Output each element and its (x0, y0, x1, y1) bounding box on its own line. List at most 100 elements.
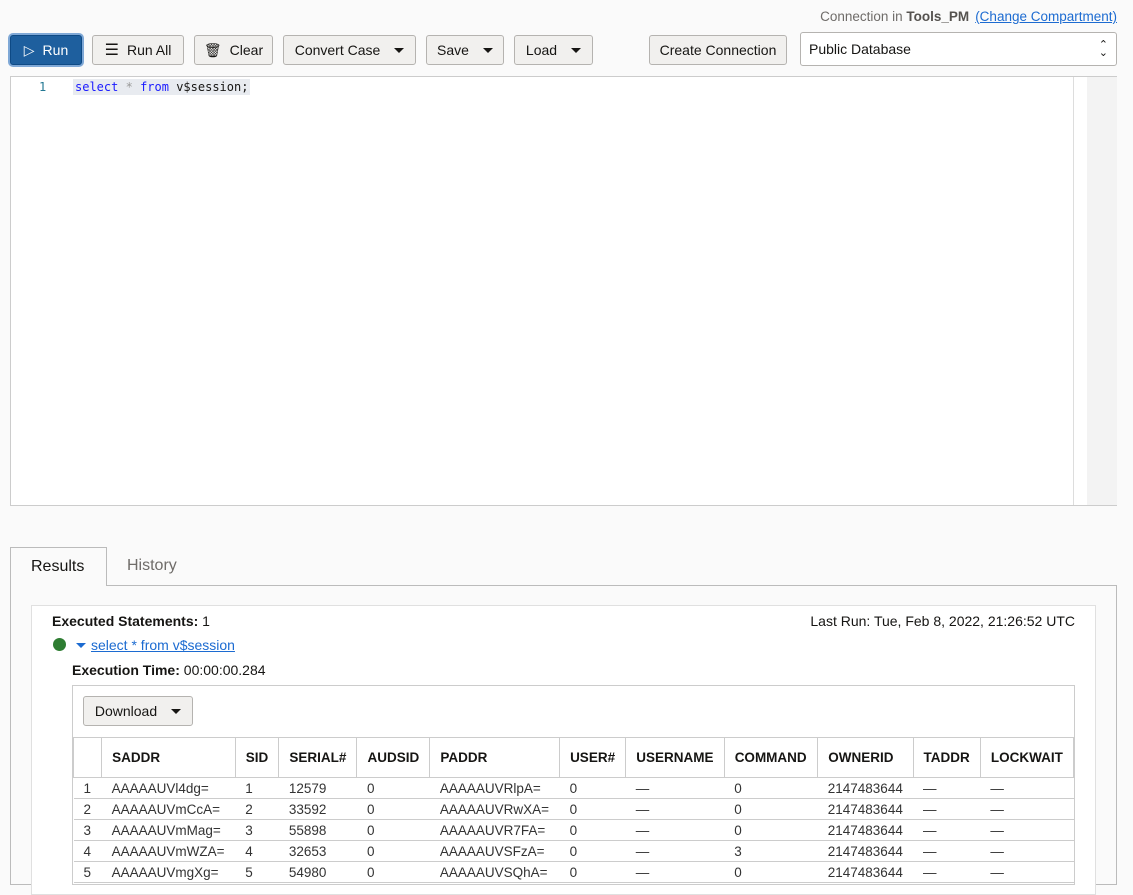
column-header[interactable]: USER# (559, 737, 627, 778)
table-cell: — (980, 861, 1074, 883)
table-cell: 32653 (278, 840, 357, 862)
table-cell: 0 (724, 798, 818, 820)
table-cell: 0 (559, 777, 626, 799)
table-cell: 0 (724, 777, 818, 799)
run-all-button[interactable]: ☰ Run All (92, 35, 184, 65)
table-row[interactable]: 2 AAAAAUVmCcA= 2 33592 0 AAAAAUVRwXA= 0—0 21474… (73, 798, 1074, 820)
table-cell: — (913, 861, 981, 883)
results-grid: Download SADDR SID SERIAL# AUDSID PADDR USER#… (72, 685, 1075, 885)
table-cell: 0 (356, 861, 430, 883)
table-cell: AAAAAUVmWZA= (101, 840, 236, 862)
table-row[interactable]: 3 AAAAAUVmMag= 3 55898 0 AAAAAUVR7FA= 0—0 21474… (73, 819, 1074, 841)
table-cell: 4 (73, 840, 102, 862)
statement-link[interactable]: select * from v$session (91, 637, 235, 653)
table-cell: 3 (73, 819, 102, 841)
updown-chevron-icon: ⌃ ⌄ (1098, 39, 1108, 59)
last-run: Last Run: Tue, Feb 8, 2022, 21:26:52 UTC (810, 613, 1075, 629)
caret-down-icon (171, 708, 182, 714)
column-header[interactable]: AUDSID (356, 737, 431, 778)
table-cell: AAAAAUVRwXA= (429, 798, 560, 820)
play-icon: ▷ (23, 41, 35, 58)
column-header[interactable]: SERIAL# (278, 737, 358, 778)
column-header[interactable]: OWNERID (817, 737, 914, 778)
table-cell: 5 (235, 861, 279, 883)
table-cell: 0 (559, 840, 626, 862)
table-cell: — (913, 819, 981, 841)
column-header[interactable]: PADDR (429, 737, 561, 778)
table-cell: 4 (235, 840, 279, 862)
list-icon: ☰ (104, 42, 119, 59)
table-row[interactable]: 5 AAAAAUVmgXg= 5 54980 0 AAAAAUVSQhA= 0—0 21474… (73, 861, 1074, 883)
table-cell: — (625, 840, 725, 862)
table-cell: — (980, 819, 1074, 841)
column-header[interactable]: COMMAND (723, 737, 819, 778)
trash-icon: 🗑 (203, 41, 222, 58)
editor-scrollbar[interactable] (1073, 77, 1087, 505)
column-header[interactable]: SID (234, 737, 280, 778)
table-cell: 2147483644 (817, 798, 914, 820)
tab-history[interactable]: History (107, 547, 197, 585)
table-cell: 2147483644 (817, 819, 914, 841)
caret-down-icon (394, 47, 405, 53)
table-cell: AAAAAUVmMag= (101, 819, 236, 841)
table-cell: AAAAAUVRlpA= (429, 777, 560, 799)
table-cell: — (625, 777, 725, 799)
table-cell: — (625, 819, 725, 841)
create-connection-button[interactable]: Create Connection (649, 35, 787, 65)
table-cell: — (980, 840, 1074, 862)
table-cell: 1 (73, 777, 102, 799)
convert-case-button[interactable]: Convert Case (283, 35, 416, 65)
table-cell: 5 (73, 861, 102, 883)
table-cell: 3 (235, 819, 279, 841)
column-header[interactable]: SADDR (101, 737, 236, 778)
table-cell: AAAAAUVR7FA= (429, 819, 560, 841)
table-cell: 0 (356, 819, 430, 841)
load-button[interactable]: Load (514, 35, 593, 65)
executed-statements: Executed Statements: 1 (52, 613, 210, 629)
table-cell: 0 (356, 777, 430, 799)
table-cell: 2147483644 (817, 840, 914, 862)
run-button[interactable]: ▷ Run (10, 35, 82, 65)
caret-down-icon (571, 47, 582, 53)
column-header[interactable]: LOCKWAIT (979, 737, 1074, 778)
table-cell: 0 (356, 840, 430, 862)
caret-down-icon[interactable] (76, 643, 86, 648)
table-row[interactable]: 4 AAAAAUVmWZA= 4 32653 0 AAAAAUVSFzA= 0—3 21474… (73, 840, 1074, 862)
table-cell: AAAAAUVmCcA= (101, 798, 236, 820)
download-button[interactable]: Download (83, 696, 193, 726)
clear-button[interactable]: 🗑 Clear (194, 35, 273, 65)
table-cell: AAAAAUVSQhA= (429, 861, 560, 883)
table-cell: — (625, 798, 725, 820)
results-table: SADDR SID SERIAL# AUDSID PADDR USER# USERNAME C… (73, 737, 1074, 883)
table-cell: 0 (724, 819, 818, 841)
table-cell: — (980, 777, 1074, 799)
success-status-icon (53, 638, 66, 651)
table-cell: 3 (724, 840, 818, 862)
column-header[interactable] (73, 737, 103, 778)
table-cell: 2147483644 (817, 777, 914, 799)
table-cell: AAAAAUVSFzA= (429, 840, 560, 862)
table-cell: — (980, 798, 1074, 820)
table-cell: 12579 (278, 777, 357, 799)
change-compartment-link[interactable]: (Change Compartment) (975, 9, 1117, 24)
table-cell: AAAAAUVl4dg= (101, 777, 236, 799)
caret-down-icon (482, 47, 493, 53)
table-cell: 2 (73, 798, 102, 820)
table-cell: 33592 (278, 798, 357, 820)
table-cell: — (913, 798, 981, 820)
table-cell: 0 (724, 861, 818, 883)
line-number: 1 (39, 80, 47, 94)
table-cell: AAAAAUVmgXg= (101, 861, 236, 883)
database-select[interactable]: Public Database ⌃ ⌄ (800, 32, 1117, 66)
sql-editor[interactable]: 1 select * from v$session; (10, 76, 1117, 506)
column-header[interactable]: TADDR (912, 737, 981, 778)
table-cell: — (625, 861, 725, 883)
save-button[interactable]: Save (426, 35, 504, 65)
table-cell: 0 (559, 819, 626, 841)
table-row[interactable]: 1 AAAAAUVl4dg= 1 12579 0 AAAAAUVRlpA= 0—0 21474… (73, 777, 1074, 799)
table-cell: — (913, 840, 981, 862)
column-header[interactable]: USERNAME (625, 737, 725, 778)
editor-minimap (1087, 77, 1117, 505)
table-cell: 0 (356, 798, 430, 820)
tab-results[interactable]: Results (10, 547, 107, 586)
